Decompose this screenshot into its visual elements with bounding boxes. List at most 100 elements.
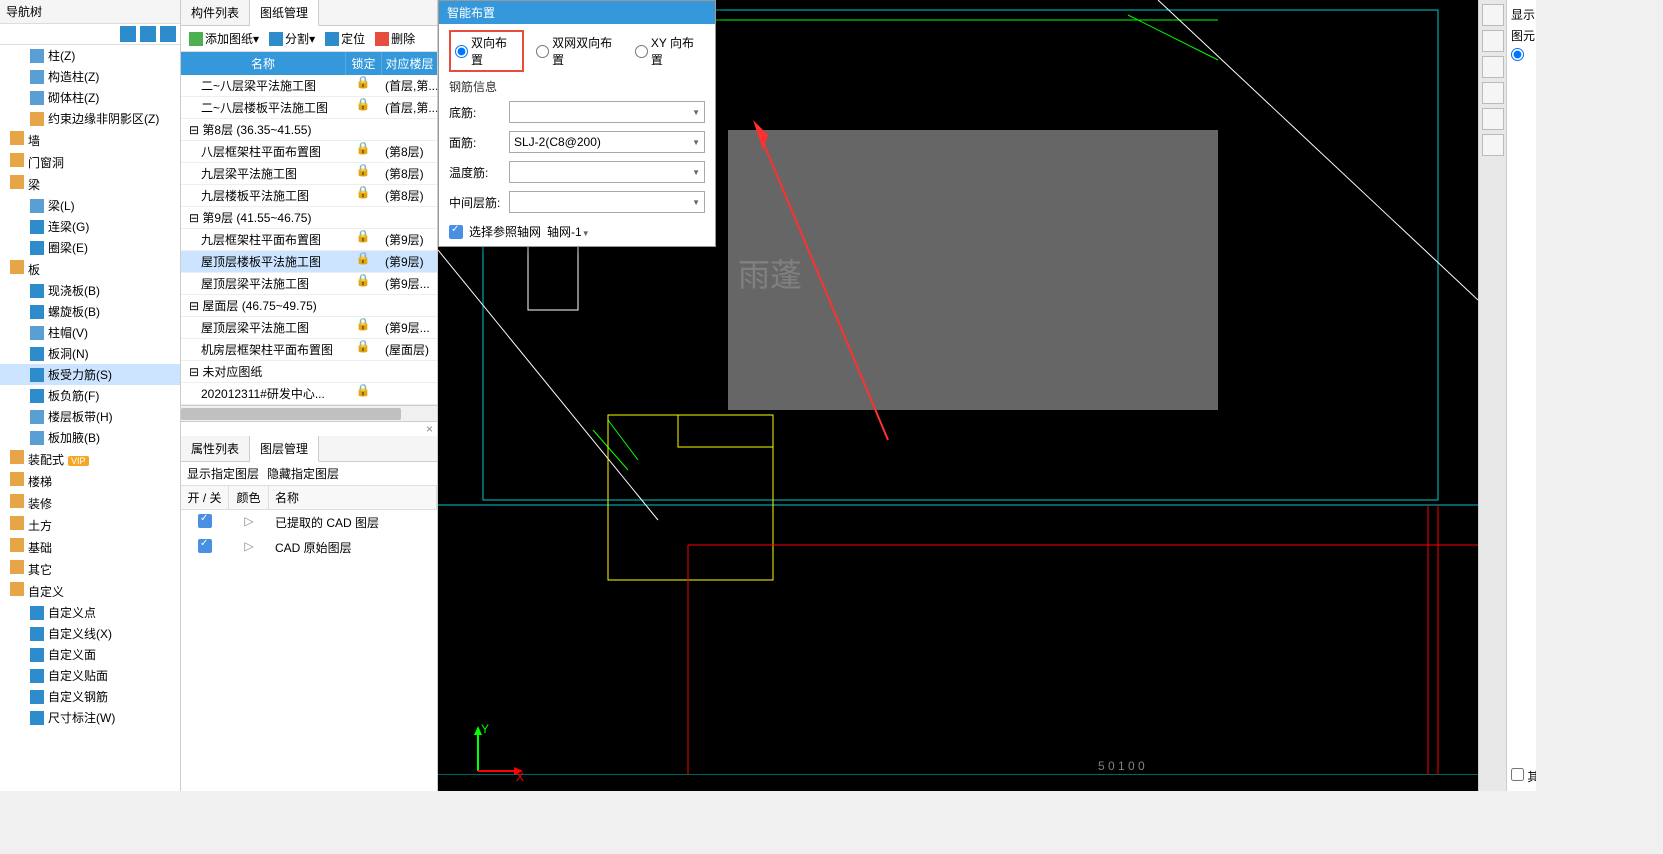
- radio-bidirectional[interactable]: 双向布置: [449, 30, 524, 72]
- col-layername[interactable]: 名称: [269, 486, 437, 509]
- display-title: 显示: [1511, 4, 1532, 25]
- drawing-row[interactable]: 九层楼板平法施工图🔒(第8层): [181, 185, 437, 207]
- bottom-rebar-combo[interactable]: ▼: [509, 101, 705, 123]
- nav-group[interactable]: 梁: [0, 173, 180, 195]
- item-icon: [30, 690, 44, 704]
- item-icon: [30, 220, 44, 234]
- item-icon: [30, 284, 44, 298]
- item-icon: [30, 368, 44, 382]
- top-rebar-combo[interactable]: SLJ-2(C8@200)▼: [509, 131, 705, 153]
- drawing-group-row[interactable]: ⊟ 第8层 (36.35~41.55): [181, 119, 437, 141]
- nav-group[interactable]: 墙: [0, 129, 180, 151]
- drawing-row[interactable]: 八层框架柱平面布置图🔒(第8层): [181, 141, 437, 163]
- split-button[interactable]: 分割 ▾: [265, 28, 319, 49]
- nav-item[interactable]: 自定义钢筋: [0, 686, 180, 707]
- grid-icon[interactable]: [1482, 134, 1504, 156]
- item-icon: [30, 112, 44, 126]
- nav-item[interactable]: 砌体柱(Z): [0, 87, 180, 108]
- radio-double-net[interactable]: 双网双向布置: [536, 34, 623, 68]
- tab-drawing-manage[interactable]: 图纸管理: [250, 0, 319, 26]
- tab-component-list[interactable]: 构件列表: [181, 0, 250, 25]
- close-icon[interactable]: ×: [181, 422, 437, 436]
- drawing-row[interactable]: 九层框架柱平面布置图🔒(第9层): [181, 229, 437, 251]
- layer-row[interactable]: ▷CAD 原始图层: [181, 535, 437, 560]
- canvas[interactable]: 5 0 1 0 0 雨蓬 Y X 智能布置 双向布置 双网双向布置 XY 向布置…: [438, 0, 1478, 791]
- display-radio[interactable]: [1511, 48, 1524, 61]
- nav-group[interactable]: 自定义: [0, 580, 180, 602]
- nav-group[interactable]: 楼梯: [0, 470, 180, 492]
- temp-rebar-combo[interactable]: ▼: [509, 161, 705, 183]
- nav-group[interactable]: 其它: [0, 558, 180, 580]
- drawing-row[interactable]: 二~八层楼板平法施工图🔒(首层,第...: [181, 97, 437, 119]
- nav-item[interactable]: 自定义面: [0, 644, 180, 665]
- drawing-group-row[interactable]: ⊟ 第9层 (41.55~46.75): [181, 207, 437, 229]
- nav-item[interactable]: 连梁(G): [0, 216, 180, 237]
- delete-button[interactable]: 删除: [371, 28, 419, 49]
- tab-property-list[interactable]: 属性列表: [181, 436, 250, 461]
- nav-item[interactable]: 板洞(N): [0, 343, 180, 364]
- locate-button[interactable]: 定位: [321, 28, 369, 49]
- col-name[interactable]: 名称: [181, 52, 345, 75]
- front-icon[interactable]: [1482, 82, 1504, 104]
- layer-checkbox[interactable]: [198, 539, 212, 553]
- nav-group[interactable]: 板: [0, 258, 180, 280]
- nav-item[interactable]: 自定义线(X): [0, 623, 180, 644]
- nav-item[interactable]: 自定义贴面: [0, 665, 180, 686]
- drawing-row[interactable]: 屋顶层梁平法施工图🔒(第9层...: [181, 273, 437, 295]
- nav-item[interactable]: 现浇板(B): [0, 280, 180, 301]
- expand-icon[interactable]: ▷: [229, 537, 269, 558]
- nav-item[interactable]: 梁(L): [0, 195, 180, 216]
- drawing-row[interactable]: 机房层框架柱平面布置图🔒(屋面层): [181, 339, 437, 361]
- expand-icon[interactable]: ▷: [229, 512, 269, 533]
- view3d-icon[interactable]: [1482, 4, 1504, 26]
- nav-tool-3[interactable]: [160, 26, 176, 42]
- nav-item[interactable]: 柱帽(V): [0, 322, 180, 343]
- drawing-group-row[interactable]: ⊟ 未对应图纸: [181, 361, 437, 383]
- nav-item[interactable]: 板受力筋(S): [0, 364, 180, 385]
- nav-item[interactable]: 板负筋(F): [0, 385, 180, 406]
- drawing-row[interactable]: 屋顶层楼板平法施工图🔒(第9层): [181, 251, 437, 273]
- folder-icon: [10, 153, 24, 167]
- iso-icon[interactable]: [1482, 30, 1504, 52]
- drawing-row[interactable]: 202012311#研发中心...🔒: [181, 383, 437, 405]
- nav-tool-1[interactable]: [120, 26, 136, 42]
- layer-row[interactable]: ▷已提取的 CAD 图层: [181, 510, 437, 535]
- rotate-icon[interactable]: [1482, 108, 1504, 130]
- nav-item[interactable]: 构造柱(Z): [0, 66, 180, 87]
- drawing-row[interactable]: 九层梁平法施工图🔒(第8层): [181, 163, 437, 185]
- layer-checkbox[interactable]: [198, 514, 212, 528]
- nav-item[interactable]: 约束边缘非阴影区(Z): [0, 108, 180, 129]
- drawing-row[interactable]: 二~八层梁平法施工图🔒(首层,第...: [181, 75, 437, 97]
- col-lock[interactable]: 锁定: [345, 52, 381, 75]
- nav-group[interactable]: 装配式VIP: [0, 448, 180, 470]
- nav-tool-2[interactable]: [140, 26, 156, 42]
- radio-xy[interactable]: XY 向布置: [635, 34, 705, 68]
- show-layer-link[interactable]: 显示指定图层: [187, 465, 259, 482]
- ref-grid-combo[interactable]: 轴网-1▼: [547, 223, 705, 240]
- nav-item[interactable]: 圈梁(E): [0, 237, 180, 258]
- nav-group[interactable]: 门窗洞: [0, 151, 180, 173]
- h-scrollbar[interactable]: [181, 405, 437, 421]
- nav-group[interactable]: 装修: [0, 492, 180, 514]
- nav-group[interactable]: 基础: [0, 536, 180, 558]
- col-color[interactable]: 颜色: [229, 486, 269, 509]
- nav-item[interactable]: 螺旋板(B): [0, 301, 180, 322]
- mid-rebar-combo[interactable]: ▼: [509, 191, 705, 213]
- add-drawing-button[interactable]: 添加图纸 ▾: [185, 28, 263, 49]
- nav-group[interactable]: 土方: [0, 514, 180, 536]
- lock-icon: 🔒: [356, 229, 371, 243]
- other-checkbox[interactable]: [1511, 768, 1524, 781]
- tab-layer-manage[interactable]: 图层管理: [250, 436, 319, 462]
- nav-item[interactable]: 尺寸标注(W): [0, 707, 180, 728]
- nav-item[interactable]: 柱(Z): [0, 45, 180, 66]
- drawing-group-row[interactable]: ⊟ 屋面层 (46.75~49.75): [181, 295, 437, 317]
- nav-item[interactable]: 楼层板带(H): [0, 406, 180, 427]
- col-onoff[interactable]: 开 / 关: [181, 486, 229, 509]
- hide-layer-link[interactable]: 隐藏指定图层: [267, 465, 339, 482]
- top-icon[interactable]: [1482, 56, 1504, 78]
- nav-item[interactable]: 板加腋(B): [0, 427, 180, 448]
- col-floor[interactable]: 对应楼层: [381, 52, 437, 75]
- ref-grid-checkbox[interactable]: [449, 225, 463, 239]
- nav-item[interactable]: 自定义点: [0, 602, 180, 623]
- drawing-row[interactable]: 屋顶层梁平法施工图🔒(第9层...: [181, 317, 437, 339]
